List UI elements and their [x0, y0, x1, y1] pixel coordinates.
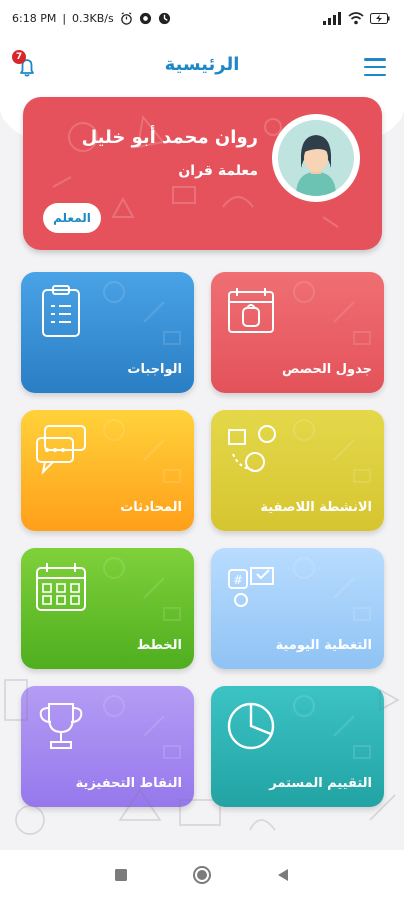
- background-doodles: [4, 679, 400, 835]
- teacher-name: روان محمد أبو خليل: [81, 127, 258, 148]
- triangle-back-icon: [278, 869, 289, 881]
- app-notification-icon-2: [158, 12, 170, 24]
- alarm-icon: [120, 11, 132, 25]
- tile-doodle: [103, 281, 181, 345]
- signal-icon: [323, 11, 341, 25]
- svg-text:#: #: [233, 573, 243, 587]
- tile-daily-coverage[interactable]: # التغطية اليومية: [211, 548, 384, 669]
- wifi-icon: [348, 11, 364, 24]
- profile-card[interactable]: روان محمد أبو خليل معلمة قران المعلم: [23, 97, 382, 250]
- back-button[interactable]: [273, 865, 293, 885]
- system-nav-bar: [0, 850, 404, 900]
- status-time: 6:18 PM: [12, 11, 57, 25]
- role-badge[interactable]: المعلم: [43, 203, 101, 233]
- tile-doodle: [293, 557, 371, 621]
- calendar-grid-icon: [36, 563, 86, 611]
- page-title: الرئيسية: [164, 54, 240, 75]
- tile-calendar-backpack[interactable]: جدول الحصص: [211, 272, 384, 393]
- daily-coverage-icon: #: [228, 567, 274, 607]
- clipboard-list-icon: [42, 285, 80, 337]
- hamburger-menu-icon[interactable]: [364, 58, 386, 76]
- tile-doodle: [103, 557, 181, 621]
- circle-home-icon: [192, 866, 211, 884]
- status-bar: 6:18 PM | 0.3KB/s: [0, 0, 404, 36]
- tile-label: الخطط: [136, 638, 182, 653]
- avatar: [272, 114, 360, 202]
- home-button[interactable]: [192, 865, 212, 885]
- teacher-role: معلمة قران: [178, 163, 258, 179]
- tile-calendar-grid[interactable]: الخطط: [21, 548, 194, 669]
- teacher-avatar-icon: [296, 135, 336, 196]
- tile-doodle: [293, 281, 371, 345]
- tile-label: جدول الحصص: [281, 362, 372, 377]
- tile-chat-bubbles[interactable]: المحادثات: [21, 410, 194, 531]
- tile-label: الواجبات: [127, 362, 182, 377]
- status-speed: 0.3KB/s: [72, 11, 114, 25]
- activities-icon: [228, 425, 276, 472]
- tile-activities[interactable]: الانشطة اللاصفية: [211, 410, 384, 531]
- tile-doodle: [293, 419, 371, 483]
- status-right: [322, 11, 390, 25]
- recent-apps-button[interactable]: [111, 865, 131, 885]
- calendar-backpack-icon: [228, 288, 274, 333]
- battery-charging-icon: [370, 12, 390, 24]
- app-notification-icon: [139, 12, 151, 24]
- status-left: 6:18 PM | 0.3KB/s: [12, 12, 171, 25]
- tile-clipboard-list[interactable]: الواجبات: [21, 272, 194, 393]
- square-recent-icon: [114, 869, 127, 881]
- tile-doodle: [103, 419, 181, 483]
- tile-label: التغطية اليومية: [275, 638, 372, 653]
- chat-bubbles-icon: [36, 425, 86, 476]
- tile-label: المحادثات: [120, 500, 182, 515]
- tile-label: الانشطة اللاصفية: [260, 500, 372, 515]
